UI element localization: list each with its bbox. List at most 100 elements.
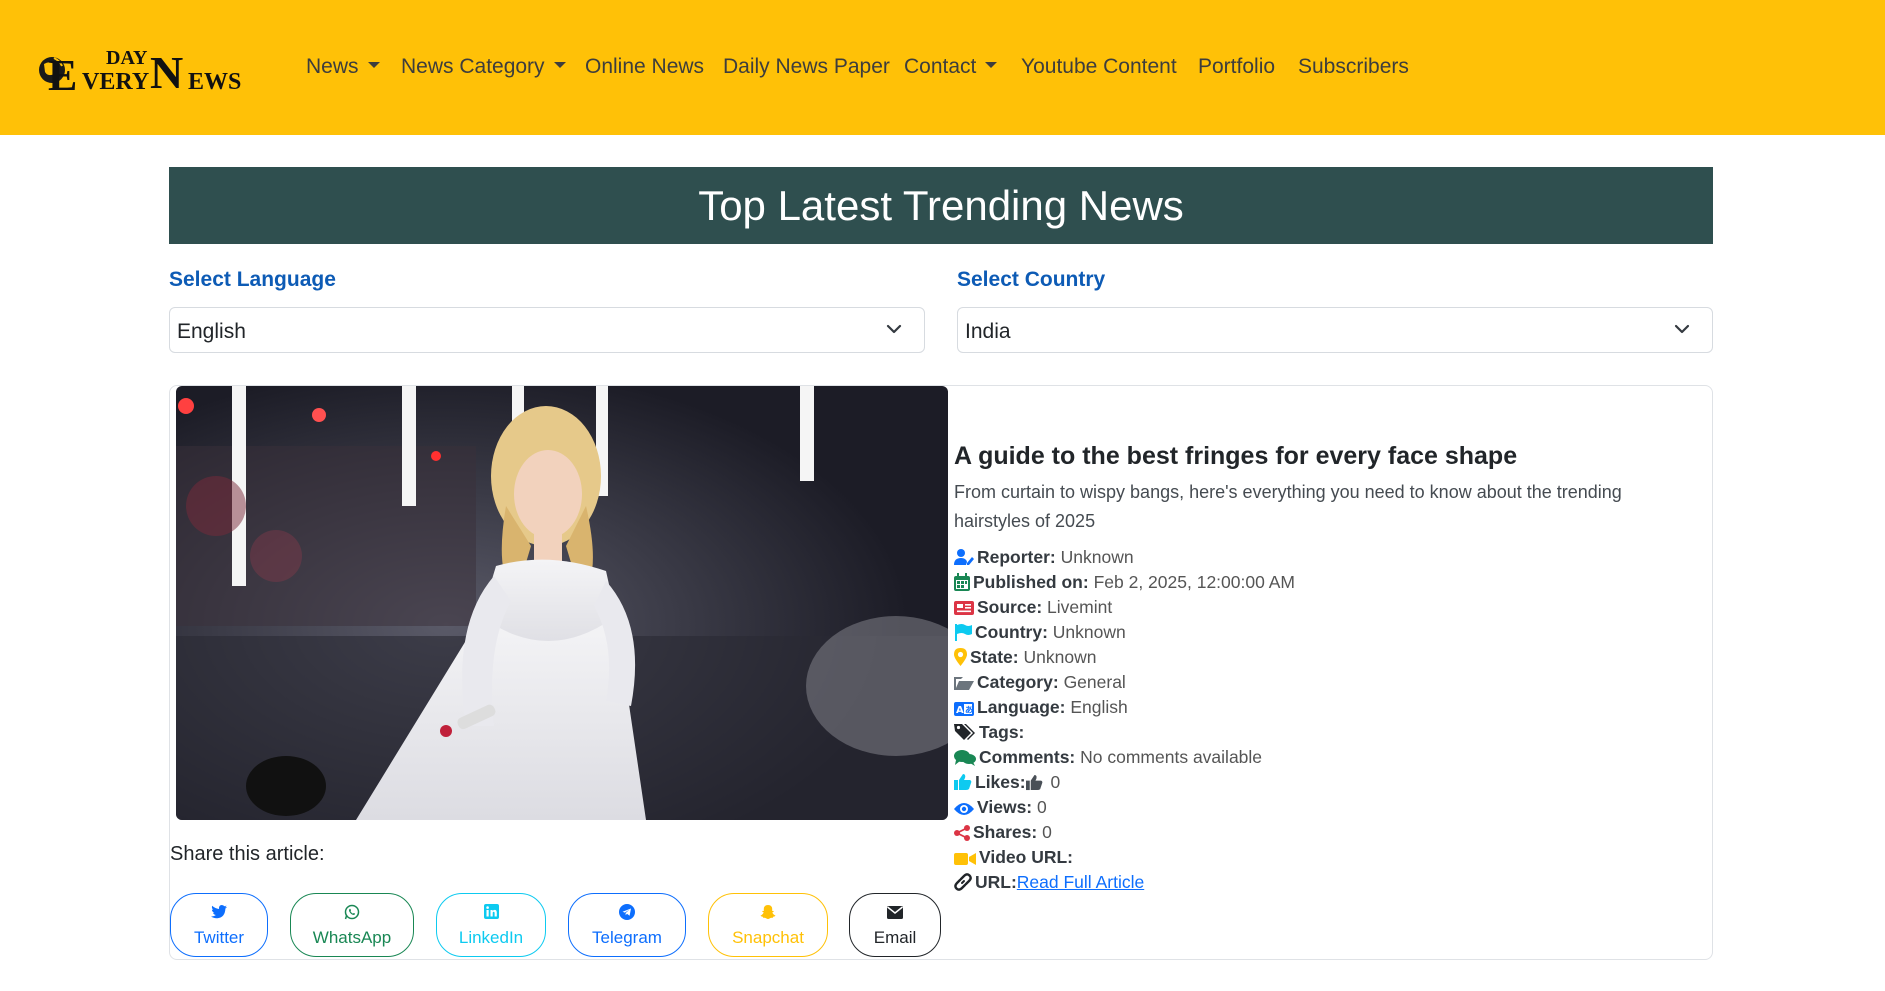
share-linkedin-button[interactable]: LinkedIn (436, 893, 546, 957)
read-full-article-link[interactable]: Read Full Article (1017, 872, 1144, 892)
envelope-icon (887, 906, 903, 919)
chevron-down-icon (886, 324, 902, 334)
meta-views: Views: 0 (954, 796, 1047, 818)
country-select-value: India (965, 320, 1011, 343)
select-language-label: Select Language (169, 268, 336, 291)
country-select[interactable]: India (957, 307, 1713, 353)
page-title-banner: Top Latest Trending News (169, 167, 1713, 244)
svg-text:E: E (48, 51, 77, 94)
share-email-label: Email (873, 928, 917, 947)
share-nodes-icon (954, 825, 970, 841)
share-twitter-label: Twitter (193, 928, 245, 947)
nav-news-category-label: News Category (401, 55, 545, 78)
snapchat-icon (760, 905, 776, 919)
meta-country: Country: Unknown (954, 621, 1126, 643)
likes-value: 0 (1050, 772, 1061, 792)
twitter-icon (211, 905, 227, 919)
newspaper-icon (954, 601, 974, 615)
map-pin-icon (954, 648, 967, 666)
article-image[interactable] (176, 386, 948, 820)
svg-text:DAY: DAY (106, 47, 148, 69)
source-label: Source: (977, 597, 1043, 617)
share-twitter-button[interactable]: Twitter (170, 893, 268, 957)
nav-news-dropdown[interactable]: News (306, 55, 380, 79)
nav-youtube-content[interactable]: Youtube Content (1021, 55, 1177, 79)
caret-down-icon (985, 62, 998, 68)
meta-shares: Shares: 0 (954, 821, 1052, 843)
language-value: English (1070, 697, 1128, 717)
meta-category: Category: General (954, 671, 1126, 693)
eye-icon (954, 803, 974, 815)
svg-text:N: N (150, 47, 183, 94)
nav-news-category-dropdown[interactable]: News Category (401, 55, 566, 79)
published-value: Feb 2, 2025, 12:00:00 AM (1093, 572, 1295, 592)
whatsapp-icon (344, 904, 360, 920)
svg-text:EWS: EWS (188, 69, 241, 94)
category-label: Category: (977, 672, 1059, 692)
share-whatsapp-button[interactable]: WhatsApp (290, 893, 414, 957)
views-value: 0 (1037, 797, 1047, 817)
video-camera-icon (954, 853, 976, 865)
svg-text:VERY: VERY (82, 69, 149, 94)
share-snapchat-button[interactable]: Snapchat (708, 893, 828, 957)
meta-url: URL:Read Full Article (954, 871, 1144, 893)
nav-subscribers[interactable]: Subscribers (1298, 55, 1409, 79)
meta-reporter: Reporter: Unknown (954, 546, 1134, 568)
linkedin-icon (483, 904, 499, 919)
svg-text:A: A (956, 705, 964, 716)
flag-icon (955, 624, 972, 641)
video-url-label: Video URL: (979, 847, 1073, 867)
meta-likes: Likes: 0 (954, 771, 1060, 793)
telegram-icon (619, 904, 635, 920)
comments-label: Comments: (979, 747, 1076, 767)
reporter-label: Reporter: (977, 547, 1056, 567)
nav-portfolio[interactable]: Portfolio (1198, 55, 1275, 79)
share-telegram-label: Telegram (592, 928, 662, 947)
published-label: Published on: (973, 572, 1089, 592)
calendar-icon (954, 573, 970, 591)
svg-text:あ: あ (965, 706, 973, 715)
share-snapchat-label: Snapchat (732, 928, 804, 947)
url-label: URL: (975, 872, 1017, 892)
reporter-value: Unknown (1060, 547, 1134, 567)
meta-tags: Tags: (954, 721, 1024, 743)
article-description: From curtain to wispy bangs, here's ever… (954, 482, 1622, 531)
nav-online-news[interactable]: Online News (585, 55, 704, 79)
select-country-label: Select Country (957, 268, 1106, 291)
thumbs-up-icon (954, 774, 972, 790)
share-email-button[interactable]: Email (849, 893, 941, 957)
nav-news-label: News (306, 55, 359, 78)
state-label: State: (970, 647, 1019, 667)
nav-contact-label: Contact (904, 55, 977, 78)
caret-down-icon (553, 62, 566, 68)
country-value: Unknown (1052, 622, 1126, 642)
article-title[interactable]: A guide to the best fringes for every fa… (954, 442, 1517, 471)
folder-open-icon (954, 677, 974, 690)
comments-value: No comments available (1080, 747, 1263, 767)
share-article-label: Share this article: (170, 843, 325, 865)
language-select-value: English (177, 320, 246, 343)
nav-contact-dropdown[interactable]: Contact (904, 55, 998, 79)
translate-icon: Aあ (954, 702, 974, 716)
shares-label: Shares: (973, 822, 1038, 842)
category-value: General (1063, 672, 1126, 692)
meta-state: State: Unknown (954, 646, 1096, 668)
share-whatsapp-label: WhatsApp (312, 928, 392, 947)
tags-icon (954, 724, 975, 740)
source-value: Livemint (1047, 597, 1113, 617)
like-button-icon[interactable] (1025, 774, 1043, 791)
language-label: Language: (977, 697, 1066, 717)
caret-down-icon (367, 62, 380, 68)
meta-video-url: Video URL: (954, 846, 1073, 868)
share-telegram-button[interactable]: Telegram (568, 893, 686, 957)
link-icon (954, 873, 972, 891)
nav-daily-news-paper[interactable]: Daily News Paper (723, 55, 890, 79)
user-pen-icon (954, 549, 974, 565)
every-day-news-logo[interactable]: E DAY VERY N EWS (38, 44, 253, 100)
share-linkedin-label: LinkedIn (458, 928, 524, 947)
views-label: Views: (977, 797, 1033, 817)
meta-source: Source: Livemint (954, 596, 1112, 618)
language-select[interactable]: English (169, 307, 925, 353)
meta-comments: Comments: No comments available (954, 746, 1262, 768)
comments-icon (954, 750, 976, 766)
